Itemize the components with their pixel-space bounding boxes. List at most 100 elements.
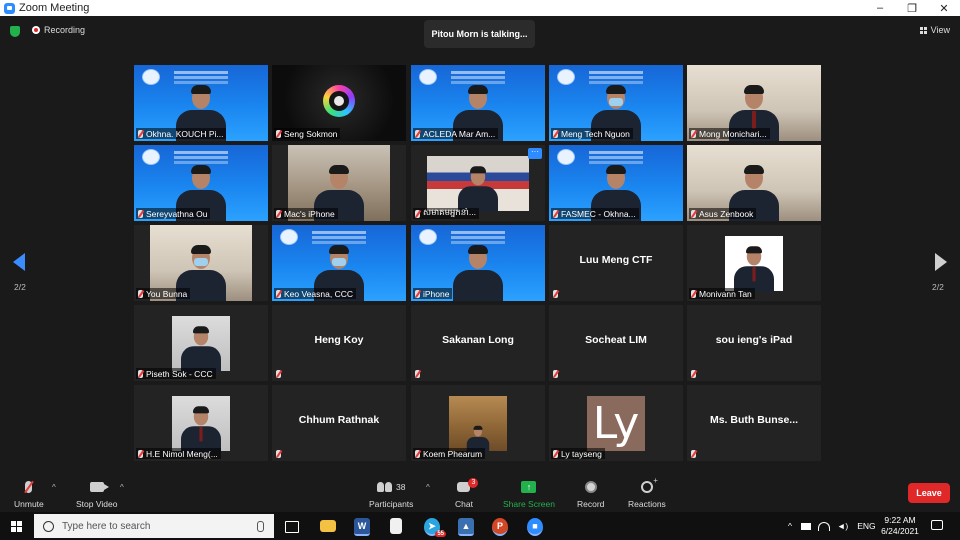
- battery-icon[interactable]: [801, 522, 811, 530]
- reactions-button[interactable]: Reactions: [628, 476, 666, 509]
- window-title: Zoom Meeting: [19, 2, 90, 14]
- participant-name: Monivann Tan: [699, 288, 752, 299]
- voice-search-microphone-icon[interactable]: [257, 521, 264, 532]
- muted-microphone-icon: [415, 209, 420, 218]
- document-icon[interactable]: [390, 518, 402, 534]
- participant-tile[interactable]: Chhum Rathnak: [272, 385, 406, 461]
- participant-name-label: Okhna. KOUCH Pi...: [136, 128, 227, 139]
- view-label: View: [930, 25, 950, 35]
- participant-tile[interactable]: Sakanan Long: [411, 305, 545, 381]
- participant-tile[interactable]: Seng Sokmon: [272, 65, 406, 141]
- participant-tile[interactable]: Piseth Sok - CCC: [134, 305, 268, 381]
- participant-name: Keo Veasna, CCC: [284, 288, 353, 299]
- muted-microphone-icon: [276, 289, 281, 298]
- muted-microphone-icon: [276, 369, 281, 378]
- participant-tile[interactable]: Asus Zenbook: [687, 145, 821, 221]
- input-language[interactable]: ENG: [857, 521, 875, 531]
- participant-name-label: [413, 368, 426, 379]
- action-center-notification-icon[interactable]: [931, 520, 943, 530]
- participant-video: [449, 396, 507, 452]
- participant-tile[interactable]: FASMEC - Okhna...: [549, 145, 683, 221]
- share-screen-button[interactable]: ↑ Share Screen: [503, 478, 555, 509]
- participants-label: Participants: [369, 499, 414, 509]
- participant-tile[interactable]: Mac's iPhone: [272, 145, 406, 221]
- organization-logo-icon: [557, 69, 575, 85]
- participant-tile[interactable]: Meng Tech Nguon: [549, 65, 683, 141]
- muted-microphone-icon: [138, 209, 143, 218]
- participant-tile[interactable]: Heng Koy: [272, 305, 406, 381]
- muted-microphone-icon: [691, 209, 696, 218]
- photos-icon[interactable]: ▲: [458, 518, 474, 536]
- participants-options-caret-icon[interactable]: ^: [426, 483, 430, 492]
- record-label: Record: [577, 499, 605, 509]
- participants-button[interactable]: 38 Participants: [369, 478, 413, 509]
- participant-name: Koem Phearum: [423, 448, 483, 459]
- previous-page-arrow-icon[interactable]: [13, 253, 25, 271]
- participant-name-label: [689, 368, 702, 379]
- participant-tile[interactable]: Luu Meng CTF: [549, 225, 683, 301]
- muted-microphone-icon: [138, 449, 143, 458]
- participant-display-name: Ms. Buth Bunse...: [709, 414, 799, 426]
- organization-logo-icon: [557, 149, 575, 165]
- leave-meeting-button[interactable]: Leave: [908, 483, 950, 503]
- wifi-network-icon[interactable]: [818, 521, 830, 531]
- participant-tile[interactable]: Socheat LIM: [549, 305, 683, 381]
- participant-name-label: iPhone: [413, 288, 453, 299]
- video-camera-icon: [89, 482, 109, 492]
- participant-tile[interactable]: sou ieng's iPad: [687, 305, 821, 381]
- close-button[interactable]: ✕: [928, 0, 960, 16]
- chat-button[interactable]: 3 Chat: [455, 478, 479, 509]
- record-button[interactable]: Record: [577, 478, 604, 509]
- next-page-arrow-icon[interactable]: [935, 253, 947, 271]
- audio-options-caret-icon[interactable]: ^: [52, 483, 56, 492]
- participant-tile[interactable]: Sereyvathna Ou: [134, 145, 268, 221]
- telegram-unread-badge: 55: [435, 531, 446, 537]
- participant-tile[interactable]: សមាគមអ្នកនាំ... ···: [411, 145, 545, 221]
- participant-tile[interactable]: H.E Nimol Meng(...: [134, 385, 268, 461]
- participant-name-label: H.E Nimol Meng(...: [136, 448, 221, 459]
- word-icon[interactable]: W: [354, 518, 370, 536]
- participant-tile[interactable]: Keo Veasna, CCC: [272, 225, 406, 301]
- participant-name-label: ACLEDA Mar Am...: [413, 128, 499, 139]
- unmute-button[interactable]: Unmute: [14, 478, 44, 509]
- unmute-label: Unmute: [14, 499, 44, 509]
- file-explorer-icon[interactable]: [320, 520, 336, 532]
- participant-tile[interactable]: Koem Phearum: [411, 385, 545, 461]
- zoom-taskbar-icon[interactable]: ■: [527, 518, 543, 536]
- task-view-icon[interactable]: [285, 521, 299, 533]
- maximize-button[interactable]: ❐: [896, 0, 928, 16]
- person-silhouette: [450, 237, 506, 301]
- participant-display-name: Socheat LIM: [585, 334, 647, 346]
- system-clock[interactable]: 9:22 AM 6/24/2021: [876, 515, 924, 537]
- chat-label: Chat: [455, 499, 473, 509]
- muted-microphone-icon: [553, 129, 558, 138]
- encryption-shield-icon[interactable]: [10, 26, 20, 37]
- participant-tile[interactable]: Ly Ly tayseng: [549, 385, 683, 461]
- participant-display-name: Luu Meng CTF: [579, 254, 653, 266]
- view-button[interactable]: View: [919, 25, 950, 35]
- volume-speaker-icon[interactable]: ◄): [837, 521, 848, 531]
- participant-video: [172, 316, 230, 372]
- participant-video: [172, 396, 230, 452]
- telegram-icon[interactable]: ➤ 55: [424, 518, 446, 537]
- minimize-button[interactable]: –: [864, 0, 896, 16]
- participant-tile[interactable]: ACLEDA Mar Am...: [411, 65, 545, 141]
- more-options-icon[interactable]: ···: [528, 148, 542, 159]
- stop-video-button[interactable]: Stop Video: [76, 478, 117, 509]
- participant-tile[interactable]: Monivann Tan: [687, 225, 821, 301]
- participant-tile[interactable]: You Bunna: [134, 225, 268, 301]
- participant-tile[interactable]: Okhna. KOUCH Pi...: [134, 65, 268, 141]
- participant-tile[interactable]: Ms. Buth Bunse...: [687, 385, 821, 461]
- participant-name-label: [551, 288, 564, 299]
- recording-indicator[interactable]: Recording: [32, 25, 85, 35]
- muted-microphone-icon: [138, 369, 143, 378]
- participant-tile[interactable]: iPhone: [411, 225, 545, 301]
- taskbar-search-box[interactable]: Type here to search: [34, 514, 274, 538]
- participant-video: [427, 156, 529, 212]
- show-hidden-icons-chevron-icon[interactable]: ^: [788, 521, 792, 531]
- participant-tile[interactable]: Mong Monichari...: [687, 65, 821, 141]
- powerpoint-icon[interactable]: P: [492, 518, 508, 536]
- windows-start-icon[interactable]: [11, 521, 22, 532]
- video-options-caret-icon[interactable]: ^: [120, 483, 124, 492]
- participant-name-label: Ly tayseng: [551, 448, 605, 459]
